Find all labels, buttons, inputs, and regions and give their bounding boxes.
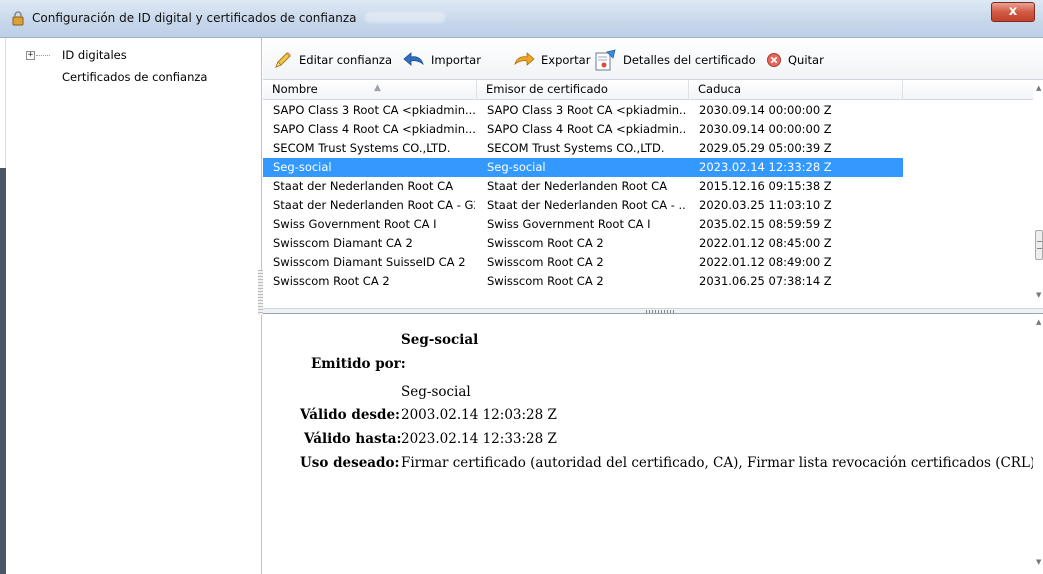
column-header-empty [903,80,1033,100]
table-cell-name: SAPO Class 4 Root CA <pkiadmin... [273,122,475,136]
remove-button[interactable]: Quitar [766,49,824,71]
table-cell-issuer: Swiss Government Root CA I [487,217,651,231]
certificate-details-label: Detalles del certificado [623,53,756,67]
table-cell-issuer: Swisscom Root CA 2 [487,274,604,288]
details-scroll-down-icon[interactable]: ▼ [1036,558,1041,566]
splitter-grip-icon [646,310,676,313]
table-cell-expires: 2015.12.16 09:15:38 Z [699,179,832,193]
import-button[interactable]: Importar [403,49,481,71]
table-cell-issuer: Staat der Nederlanden Root CA [487,179,668,193]
sidebar: + ID digitales Certificados de confianza [0,38,262,574]
toolbar: Editar confianza Importar Exportar Detal… [263,38,1043,80]
table-cell-expires: 2020.03.25 11:03:10 Z [699,198,832,212]
table-cell-issuer: Seg-social [487,160,546,174]
valid-to-label: Válido hasta: [304,431,402,447]
tree-connector [36,55,50,56]
edit-trust-button[interactable]: Editar confianza [273,49,392,71]
table-row[interactable]: Swiss Government Root CA I Swiss Governme… [263,215,903,234]
table-cell-issuer: SAPO Class 4 Root CA <pkiadmin... [487,122,687,136]
export-label: Exportar [541,53,591,67]
valid-from-label: Válido desde: [300,407,401,423]
table-cell-name: Swiss Government Root CA I [273,217,437,231]
column-header-expires[interactable]: Caduca [689,80,903,100]
table-row[interactable]: Swisscom Diamant SuisseID CA 2 Swisscom R… [263,253,903,272]
table-cell-name: Swisscom Diamant SuisseID CA 2 [273,255,466,269]
import-arrow-icon [403,52,424,66]
issued-by-label: Emitido por: [311,356,406,372]
expand-icon[interactable]: + [26,51,35,60]
table-cell-name: Staat der Nederlanden Root CA - G2 [273,198,475,212]
close-button[interactable]: x [991,2,1035,22]
certificate-icon [595,49,616,71]
valid-from-value: 2003.02.14 12:03:28 Z [401,407,557,423]
table-row[interactable]: Seg-social Seg-social 2023.02.14 12:33:28 … [263,158,903,177]
certificate-grid: Nombre ▲ Emisor de certificado Caduca SA… [263,80,1033,308]
table-cell-expires: 2022.01.12 08:49:00 Z [699,255,832,269]
table-cell-expires: 2022.01.12 08:45:00 Z [699,236,832,250]
grid-scrollbar[interactable] [1033,80,1043,308]
certificate-details-panel: Seg-social Emitido por: Seg-social Válid… [263,314,1036,574]
export-arrow-icon [514,52,535,66]
table-cell-name: Swisscom Root CA 2 [273,274,390,288]
table-row[interactable]: SAPO Class 4 Root CA <pkiadmin... SAPO Cl… [263,120,903,139]
table-row[interactable]: Staat der Nederlanden Root CA Staat der N… [263,177,903,196]
table-cell-issuer: Staat der Nederlanden Root CA - ... [487,198,687,212]
blurred-title-segment [365,12,445,23]
sidebar-item-trusted-certificates[interactable]: Certificados de confianza [62,70,207,84]
scroll-down-icon[interactable]: ▼ [1036,291,1041,299]
certificate-details-button[interactable]: Detalles del certificado [593,49,756,71]
remove-label: Quitar [788,53,824,67]
issued-by-value: Seg-social [401,384,471,400]
table-cell-name: Swisscom Diamant CA 2 [273,236,413,250]
sort-ascending-icon: ▲ [374,83,381,93]
column-header-issuer[interactable]: Emisor de certificado [477,80,689,100]
edit-trust-label: Editar confianza [299,53,393,67]
table-row[interactable]: Swisscom Diamant CA 2 Swisscom Root CA 2 2… [263,234,903,253]
window-title: Configuración de ID digital y certificad… [32,11,357,25]
table-cell-issuer: Swisscom Root CA 2 [487,255,604,269]
usage-label: Uso deseado: [300,455,400,471]
table-cell-expires: 2031.06.25 07:38:14 Z [699,274,832,288]
lock-icon [12,11,24,26]
table-cell-name: SECOM Trust Systems CO.,LTD. [273,141,451,155]
pencil-icon [275,52,291,68]
table-cell-name: SAPO Class 3 Root CA <pkiadmin... [273,103,475,117]
sidebar-item-digital-ids[interactable]: ID digitales [62,48,127,62]
table-row[interactable]: SECOM Trust Systems CO.,LTD. SECOM Trust … [263,139,903,158]
table-cell-issuer: SAPO Class 3 Root CA <pkiadmin... [487,103,687,117]
table-cell-expires: 2030.09.14 00:00:00 Z [699,122,832,136]
details-scrollbar[interactable] [1033,314,1043,574]
table-cell-name: Seg-social [273,160,332,174]
scroll-up-icon[interactable]: ▲ [1036,84,1041,92]
table-cell-expires: 2035.02.15 08:59:59 Z [699,217,832,231]
usage-value: Firmar certificado (autoridad del certif… [401,455,1036,471]
details-subject: Seg-social [401,332,479,348]
scroll-grip-icon [1037,241,1042,249]
table-cell-name: Staat der Nederlanden Root CA [273,179,454,193]
table-row[interactable]: Swisscom Root CA 2 Swisscom Root CA 2 2031… [263,272,903,291]
remove-icon [767,53,781,67]
column-header-name[interactable]: Nombre ▲ [263,80,477,100]
table-cell-issuer: SECOM Trust Systems CO.,LTD. [487,141,665,155]
grid-header: Nombre ▲ Emisor de certificado Caduca [263,80,1033,100]
table-cell-issuer: Swisscom Root CA 2 [487,236,604,250]
title-bar: Configuración de ID digital y certificad… [0,0,1043,38]
details-scroll-up-icon[interactable]: ▲ [1036,318,1041,326]
left-edge-strip [0,38,6,574]
table-row[interactable]: Staat der Nederlanden Root CA - G2 Staat … [263,196,903,215]
export-button[interactable]: Exportar [513,49,590,71]
table-cell-expires: 2030.09.14 00:00:00 Z [699,103,832,117]
table-cell-expires: 2023.02.14 12:33:28 Z [699,160,832,174]
table-cell-expires: 2029.05.29 05:00:39 Z [699,141,832,155]
import-label: Importar [431,53,481,67]
table-row[interactable]: SAPO Class 3 Root CA <pkiadmin... SAPO Cl… [263,101,903,120]
valid-to-value: 2023.02.14 12:33:28 Z [401,431,557,447]
